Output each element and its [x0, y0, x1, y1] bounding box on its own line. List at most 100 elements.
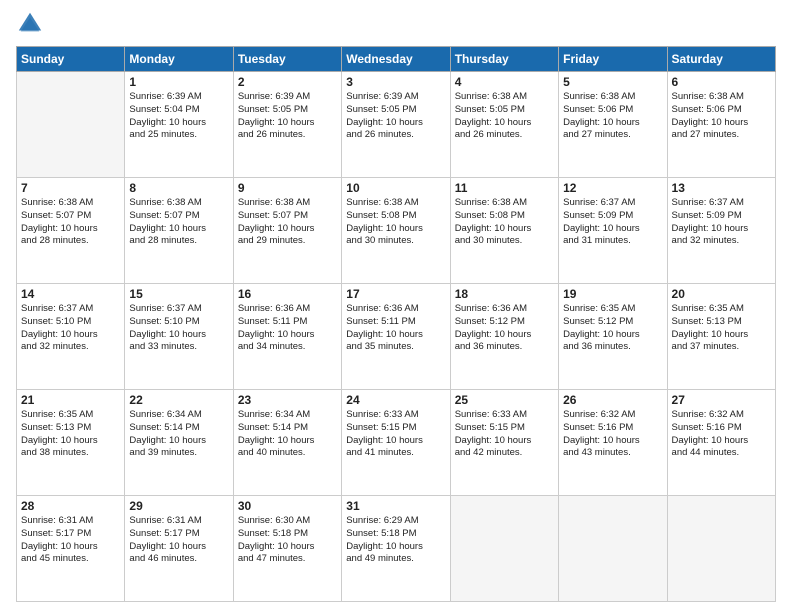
- calendar-cell: 30 Sunrise: 6:30 AM Sunset: 5:18 PM Dayli…: [233, 496, 341, 602]
- cell-content: Sunrise: 6:38 AM Sunset: 5:05 PM Dayligh…: [455, 91, 554, 142]
- cell-content: Sunrise: 6:32 AM Sunset: 5:16 PM Dayligh…: [563, 409, 662, 460]
- cell-content: Sunrise: 6:31 AM Sunset: 5:17 PM Dayligh…: [129, 515, 228, 566]
- calendar-cell: 3 Sunrise: 6:39 AM Sunset: 5:05 PM Daylig…: [342, 72, 450, 178]
- calendar-cell: 21Sunrise: 6:35 AM Sunset: 5:13 PM Dayli…: [17, 390, 125, 496]
- cell-content: Sunrise: 6:37 AM Sunset: 5:10 PM Dayligh…: [21, 303, 120, 354]
- calendar-cell: 1Sunrise: 6:39 AM Sunset: 5:04 PM Daylig…: [125, 72, 233, 178]
- cell-content: Sunrise: 6:36 AM Sunset: 5:12 PM Dayligh…: [455, 303, 554, 354]
- calendar-cell: 9Sunrise: 6:38 AM Sunset: 5:07 PM Daylig…: [233, 178, 341, 284]
- cell-content: Sunrise: 6:39 AM Sunset: 5:04 PM Dayligh…: [129, 91, 228, 142]
- day-number: 15: [129, 287, 228, 301]
- days-of-week-row: SundayMondayTuesdayWednesdayThursdayFrid…: [17, 47, 776, 72]
- calendar-cell: 15 Sunrise: 6:37 AM Sunset: 5:10 PM Dayli…: [125, 284, 233, 390]
- cell-content: Sunrise: 6:31 AM Sunset: 5:17 PM Dayligh…: [21, 515, 120, 566]
- day-of-week-header: Monday: [125, 47, 233, 72]
- logo-icon: [16, 10, 44, 38]
- day-of-week-header: Thursday: [450, 47, 558, 72]
- calendar-cell: 17 Sunrise: 6:36 AM Sunset: 5:11 PM Dayli…: [342, 284, 450, 390]
- calendar-cell: [559, 496, 667, 602]
- cell-content: Sunrise: 6:29 AM Sunset: 5:18 PM Dayligh…: [346, 515, 445, 566]
- day-number: 6: [672, 75, 771, 89]
- day-of-week-header: Wednesday: [342, 47, 450, 72]
- calendar-cell: 26 Sunrise: 6:32 AM Sunset: 5:16 PM Dayli…: [559, 390, 667, 496]
- calendar-header: SundayMondayTuesdayWednesdayThursdayFrid…: [17, 47, 776, 72]
- calendar-cell: 28 Sunrise: 6:31 AM Sunset: 5:17 PM Dayli…: [17, 496, 125, 602]
- cell-content: Sunrise: 6:32 AM Sunset: 5:16 PM Dayligh…: [672, 409, 771, 460]
- day-number: 12: [563, 181, 662, 195]
- calendar-cell: 8 Sunrise: 6:38 AM Sunset: 5:07 PM Daylig…: [125, 178, 233, 284]
- cell-content: Sunrise: 6:33 AM Sunset: 5:15 PM Dayligh…: [455, 409, 554, 460]
- day-number: 7: [21, 181, 120, 195]
- calendar-cell: [667, 496, 775, 602]
- day-number: 31: [346, 499, 445, 513]
- day-number: 8: [129, 181, 228, 195]
- day-number: 27: [672, 393, 771, 407]
- day-number: 20: [672, 287, 771, 301]
- calendar-cell: [450, 496, 558, 602]
- calendar-week-row: 21Sunrise: 6:35 AM Sunset: 5:13 PM Dayli…: [17, 390, 776, 496]
- calendar-cell: 29 Sunrise: 6:31 AM Sunset: 5:17 PM Dayli…: [125, 496, 233, 602]
- day-number: 29: [129, 499, 228, 513]
- calendar-cell: 6 Sunrise: 6:38 AM Sunset: 5:06 PM Daylig…: [667, 72, 775, 178]
- calendar-cell: 14 Sunrise: 6:37 AM Sunset: 5:10 PM Dayli…: [17, 284, 125, 390]
- day-number: 5: [563, 75, 662, 89]
- calendar-body: 1Sunrise: 6:39 AM Sunset: 5:04 PM Daylig…: [17, 72, 776, 602]
- calendar-cell: 18Sunrise: 6:36 AM Sunset: 5:12 PM Dayli…: [450, 284, 558, 390]
- cell-content: Sunrise: 6:39 AM Sunset: 5:05 PM Dayligh…: [346, 91, 445, 142]
- day-of-week-header: Tuesday: [233, 47, 341, 72]
- calendar-cell: 22 Sunrise: 6:34 AM Sunset: 5:14 PM Dayli…: [125, 390, 233, 496]
- calendar-cell: 31 Sunrise: 6:29 AM Sunset: 5:18 PM Dayli…: [342, 496, 450, 602]
- calendar-cell: 16Sunrise: 6:36 AM Sunset: 5:11 PM Dayli…: [233, 284, 341, 390]
- cell-content: Sunrise: 6:38 AM Sunset: 5:06 PM Dayligh…: [563, 91, 662, 142]
- cell-content: Sunrise: 6:35 AM Sunset: 5:12 PM Dayligh…: [563, 303, 662, 354]
- calendar-cell: 24Sunrise: 6:33 AM Sunset: 5:15 PM Dayli…: [342, 390, 450, 496]
- calendar-cell: 5 Sunrise: 6:38 AM Sunset: 5:06 PM Daylig…: [559, 72, 667, 178]
- day-number: 28: [21, 499, 120, 513]
- day-number: 24: [346, 393, 445, 407]
- cell-content: Sunrise: 6:37 AM Sunset: 5:10 PM Dayligh…: [129, 303, 228, 354]
- day-number: 13: [672, 181, 771, 195]
- cell-content: Sunrise: 6:34 AM Sunset: 5:14 PM Dayligh…: [129, 409, 228, 460]
- calendar-cell: 27 Sunrise: 6:32 AM Sunset: 5:16 PM Dayli…: [667, 390, 775, 496]
- cell-content: Sunrise: 6:35 AM Sunset: 5:13 PM Dayligh…: [672, 303, 771, 354]
- calendar-cell: 13Sunrise: 6:37 AM Sunset: 5:09 PM Dayli…: [667, 178, 775, 284]
- cell-content: Sunrise: 6:38 AM Sunset: 5:06 PM Dayligh…: [672, 91, 771, 142]
- cell-content: Sunrise: 6:36 AM Sunset: 5:11 PM Dayligh…: [238, 303, 337, 354]
- day-number: 17: [346, 287, 445, 301]
- cell-content: Sunrise: 6:38 AM Sunset: 5:07 PM Dayligh…: [129, 197, 228, 248]
- calendar-cell: 23 Sunrise: 6:34 AM Sunset: 5:14 PM Dayli…: [233, 390, 341, 496]
- day-number: 19: [563, 287, 662, 301]
- day-number: 26: [563, 393, 662, 407]
- day-number: 21: [21, 393, 120, 407]
- day-number: 11: [455, 181, 554, 195]
- day-number: 22: [129, 393, 228, 407]
- calendar-table: SundayMondayTuesdayWednesdayThursdayFrid…: [16, 46, 776, 602]
- calendar-cell: 7Sunrise: 6:38 AM Sunset: 5:07 PM Daylig…: [17, 178, 125, 284]
- calendar-cell: 11 Sunrise: 6:38 AM Sunset: 5:08 PM Dayli…: [450, 178, 558, 284]
- cell-content: Sunrise: 6:37 AM Sunset: 5:09 PM Dayligh…: [563, 197, 662, 248]
- calendar-week-row: 28 Sunrise: 6:31 AM Sunset: 5:17 PM Dayli…: [17, 496, 776, 602]
- day-number: 10: [346, 181, 445, 195]
- calendar-week-row: 14 Sunrise: 6:37 AM Sunset: 5:10 PM Dayli…: [17, 284, 776, 390]
- day-of-week-header: Friday: [559, 47, 667, 72]
- day-of-week-header: Sunday: [17, 47, 125, 72]
- day-number: 14: [21, 287, 120, 301]
- calendar-cell: 19 Sunrise: 6:35 AM Sunset: 5:12 PM Dayli…: [559, 284, 667, 390]
- calendar-week-row: 1Sunrise: 6:39 AM Sunset: 5:04 PM Daylig…: [17, 72, 776, 178]
- calendar-cell: 12 Sunrise: 6:37 AM Sunset: 5:09 PM Dayli…: [559, 178, 667, 284]
- calendar-page: SundayMondayTuesdayWednesdayThursdayFrid…: [0, 0, 792, 612]
- day-number: 3: [346, 75, 445, 89]
- cell-content: Sunrise: 6:38 AM Sunset: 5:08 PM Dayligh…: [455, 197, 554, 248]
- cell-content: Sunrise: 6:30 AM Sunset: 5:18 PM Dayligh…: [238, 515, 337, 566]
- calendar-week-row: 7 Sunrise: 6:38 AM Sunset: 5:07 PM Daylig…: [17, 178, 776, 284]
- day-number: 23: [238, 393, 337, 407]
- day-number: 25: [455, 393, 554, 407]
- logo: [16, 10, 47, 38]
- cell-content: Sunrise: 6:38 AM Sunset: 5:08 PM Dayligh…: [346, 197, 445, 248]
- cell-content: Sunrise: 6:36 AM Sunset: 5:11 PM Dayligh…: [346, 303, 445, 354]
- day-number: 30: [238, 499, 337, 513]
- cell-content: Sunrise: 6:34 AM Sunset: 5:14 PM Dayligh…: [238, 409, 337, 460]
- calendar-cell: 20 Sunrise: 6:35 AM Sunset: 5:13 PM Dayli…: [667, 284, 775, 390]
- calendar-cell: [17, 72, 125, 178]
- calendar-cell: 2Sunrise: 6:39 AM Sunset: 5:05 PM Daylig…: [233, 72, 341, 178]
